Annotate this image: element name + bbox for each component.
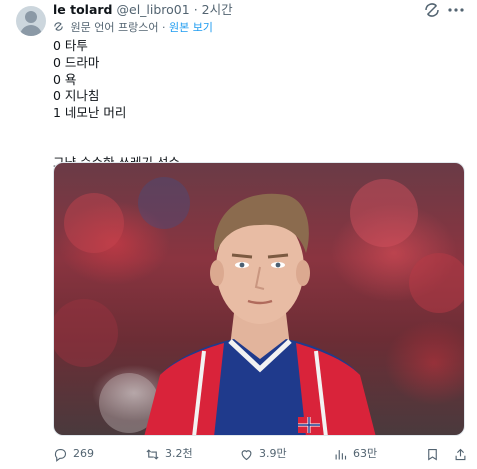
like-button[interactable]: 3.9만: [239, 445, 287, 463]
post-header: le tolard @el_libro01 · 2시간: [53, 2, 233, 18]
share-button[interactable]: [453, 445, 473, 463]
translation-note: 원문 언어 프랑스어: [70, 21, 159, 34]
avatar-body: [20, 25, 42, 36]
post-line: 0 욕: [53, 71, 77, 87]
action-bar: 269 3.2천 3.9만 63만: [53, 445, 473, 463]
repost-button[interactable]: 3.2천: [145, 445, 193, 463]
heart-icon: [241, 449, 252, 460]
separator: ·: [193, 2, 198, 17]
views-icon: [335, 449, 347, 459]
more-icon[interactable]: [443, 2, 469, 18]
post-line: 0 지나침: [53, 88, 100, 104]
bookmark-button[interactable]: [425, 445, 445, 463]
repost-count: 3.2천: [165, 447, 193, 460]
avatar-head: [25, 11, 37, 23]
author-handle[interactable]: @el_libro01: [117, 2, 190, 17]
post-line: 1 네모난 머리: [53, 105, 127, 121]
translate-icon[interactable]: [423, 1, 441, 19]
views-button[interactable]: 63만: [333, 445, 377, 463]
post-text: 0 타투 0 드라마 0 욕 0 지나침 1 네모난 머리 그냥 순수한 쓰레기…: [53, 38, 180, 172]
bookmark-icon: [428, 448, 437, 461]
share-icon: [455, 448, 466, 460]
views-count: 63만: [353, 447, 378, 460]
post-time[interactable]: 2시간: [202, 2, 233, 17]
post-line: 0 타투: [53, 38, 88, 53]
translate-small-icon: [54, 22, 63, 31]
show-original-link[interactable]: 원본 보기: [169, 21, 213, 34]
translation-line: 원문 언어 프랑스어 · 원본 보기: [53, 20, 213, 35]
player-photo: [54, 177, 464, 435]
reply-icon: [54, 448, 67, 462]
avatar[interactable]: [16, 6, 46, 36]
repost-icon: [146, 448, 159, 460]
post-line: 0 드라마: [53, 54, 100, 70]
post-image[interactable]: [53, 162, 465, 436]
author-name[interactable]: le tolard: [53, 2, 113, 17]
reply-button[interactable]: 269: [53, 445, 94, 463]
like-count: 3.9만: [259, 447, 287, 460]
reply-count: 269: [73, 447, 94, 460]
